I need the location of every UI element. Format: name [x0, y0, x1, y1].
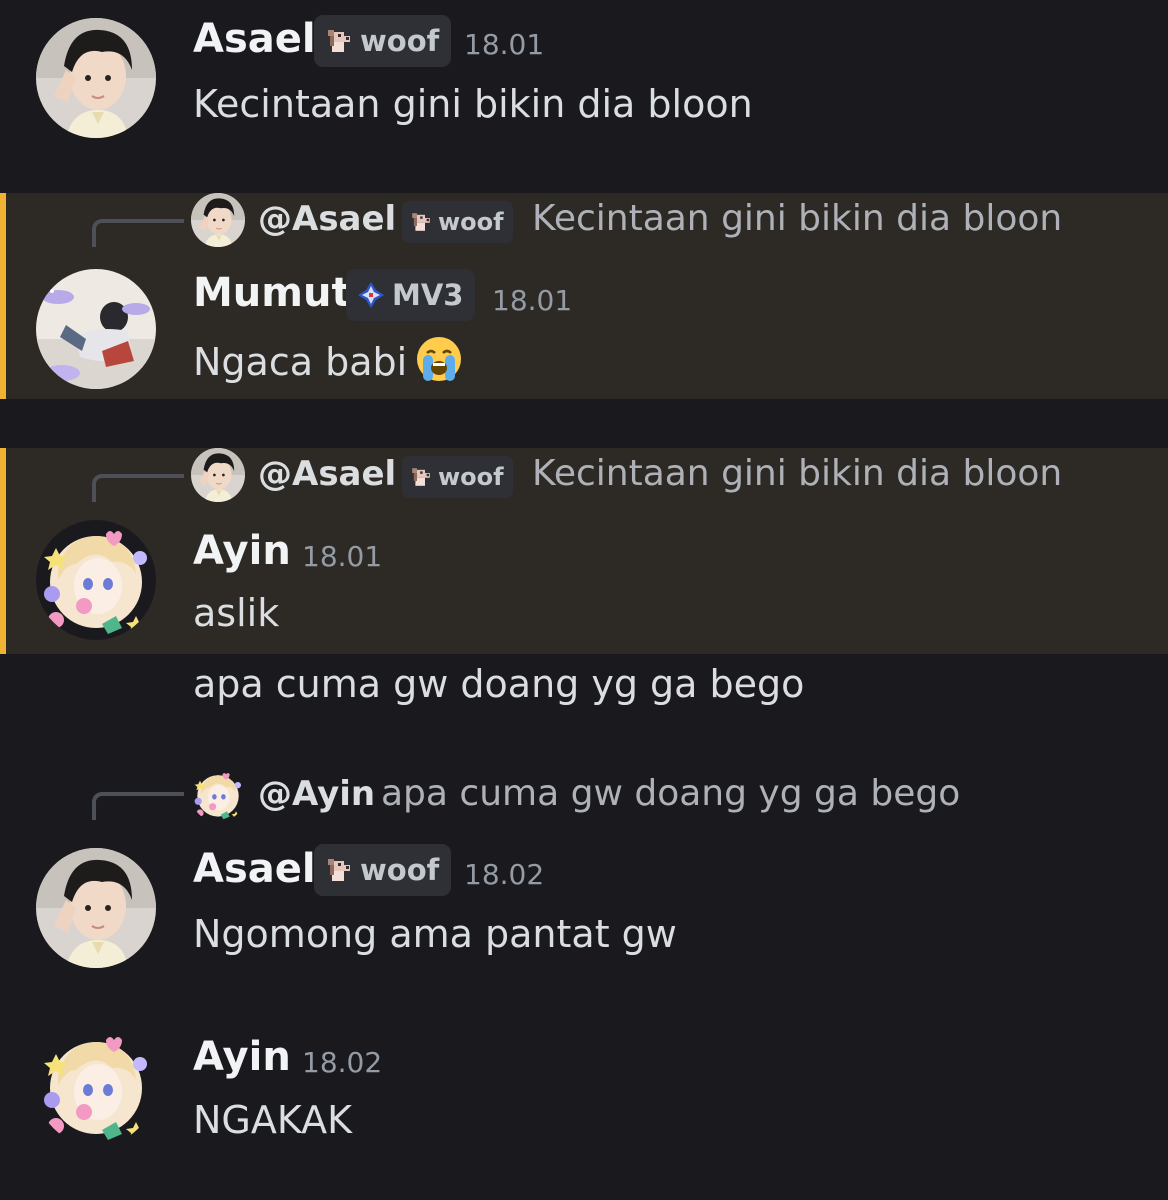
author-name[interactable]: Mumut [193, 270, 351, 316]
reply-guild-tag-label: woof [438, 463, 504, 491]
avatar[interactable] [36, 520, 156, 640]
author-name[interactable]: Asael [193, 16, 316, 62]
message-mention-highlight: @Asael woof Kecintaan gini bikin dia blo… [0, 448, 1168, 654]
dog-icon [324, 855, 354, 885]
message-text: Ngaca babi [193, 340, 408, 384]
guild-tag-label: MV3 [392, 278, 464, 312]
message-content: Ngomong ama pantat gw [193, 912, 677, 956]
message-content: NGAKAK [193, 1098, 353, 1142]
reply-mention[interactable]: @Asael [258, 199, 396, 239]
reply-avatar[interactable] [191, 193, 245, 247]
timestamp: 18.01 [464, 28, 545, 61]
avatar[interactable] [36, 848, 156, 968]
timestamp: 18.01 [302, 540, 383, 573]
avatar[interactable] [36, 18, 156, 138]
chat-message-list: Asael woof 18.01 Kecintaan gini bikin di… [0, 0, 1168, 1200]
reply-spine [92, 792, 184, 820]
message-content: apa cuma gw doang yg ga bego [193, 662, 805, 706]
dog-icon [409, 210, 433, 234]
message-followup: apa cuma gw doang yg ga bego [0, 654, 1168, 724]
loudly-crying-face-icon [415, 335, 463, 383]
reply-spine [92, 474, 184, 502]
timestamp: 18.01 [492, 284, 573, 317]
guild-tag[interactable]: MV3 [346, 269, 476, 321]
reply-spine [92, 219, 184, 247]
message-content: aslik [193, 591, 280, 635]
guild-tag-label: woof [360, 853, 440, 887]
reply-preview-text[interactable]: Kecintaan gini bikin dia bloon [532, 453, 1062, 494]
reply-preview-text[interactable]: apa cuma gw doang yg ga bego [381, 773, 960, 814]
timestamp: 18.02 [302, 1046, 383, 1079]
guild-tag[interactable]: woof [314, 15, 452, 67]
reply-guild-tag: woof [402, 201, 513, 243]
message-mention-highlight: @Asael woof Kecintaan gini bikin dia blo… [0, 193, 1168, 399]
avatar[interactable] [36, 269, 156, 389]
message-content: Kecintaan gini bikin dia bloon [193, 82, 753, 126]
reply-preview-text[interactable]: Kecintaan gini bikin dia bloon [532, 198, 1062, 239]
reply-guild-tag-label: woof [438, 208, 504, 236]
guild-tag-label: woof [360, 24, 440, 58]
gem-icon [356, 280, 386, 310]
reply-mention[interactable]: @Ayin [258, 774, 375, 814]
avatar[interactable] [36, 1026, 156, 1146]
reply-avatar[interactable] [191, 448, 245, 502]
message: @Ayin apa cuma gw doang yg ga bego Asael… [0, 766, 1168, 996]
message: Asael woof 18.01 Kecintaan gini bikin di… [0, 0, 1168, 190]
reply-avatar[interactable] [191, 768, 245, 822]
message-content: Ngaca babi [193, 335, 463, 384]
author-name[interactable]: Ayin [193, 528, 291, 574]
dog-icon [324, 26, 354, 56]
reply-mention[interactable]: @Asael [258, 454, 396, 494]
dog-icon [409, 465, 433, 489]
message: Ayin 18.02 NGAKAK [0, 1020, 1168, 1200]
author-name[interactable]: Asael [193, 846, 316, 892]
timestamp: 18.02 [464, 858, 545, 891]
reply-guild-tag: woof [402, 456, 513, 498]
author-name[interactable]: Ayin [193, 1034, 291, 1080]
guild-tag[interactable]: woof [314, 844, 452, 896]
